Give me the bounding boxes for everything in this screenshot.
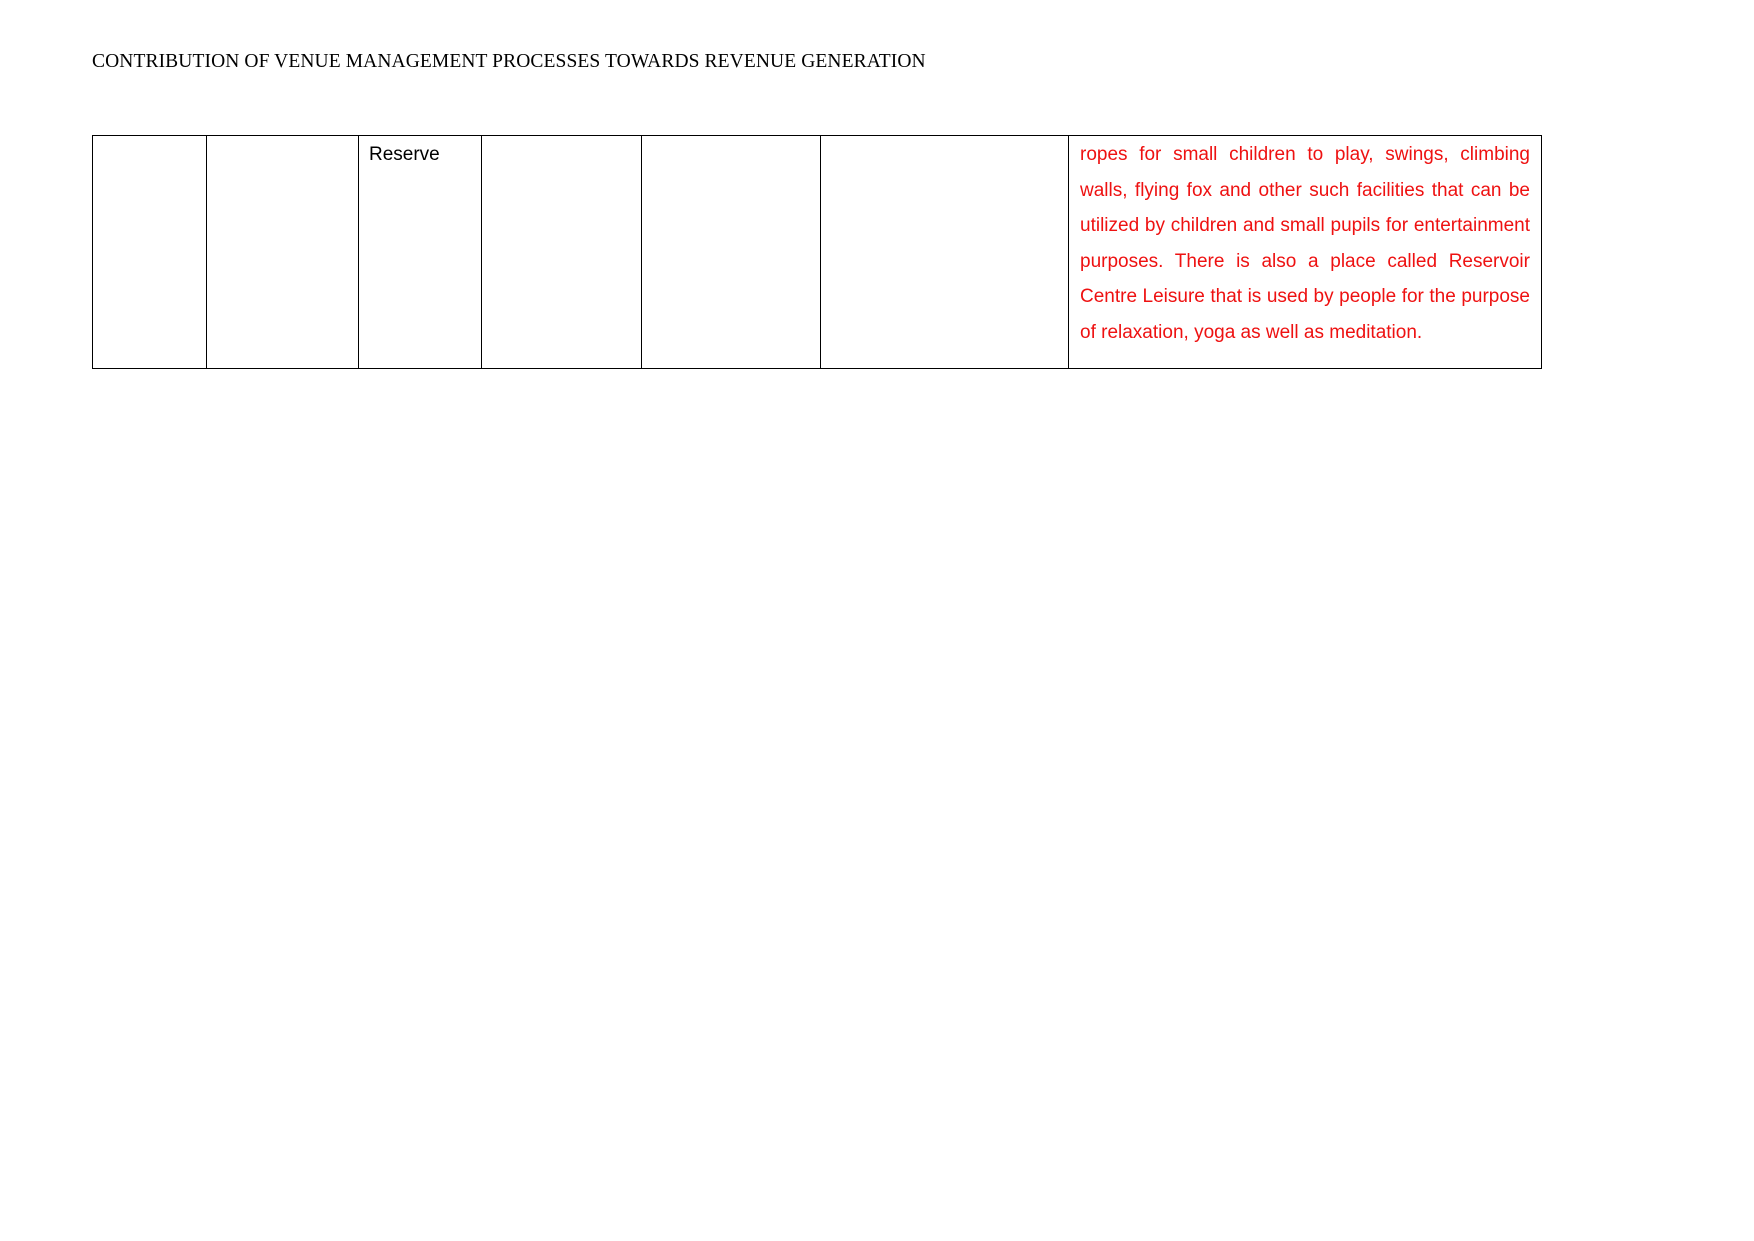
- cell-7-description-text: ropes for small children to play, swings…: [1080, 144, 1530, 343]
- table-cell-6: [820, 135, 1069, 369]
- content-table: Reserve ropes for small children to play…: [92, 135, 1542, 369]
- cell-3-text: Reserve: [369, 144, 440, 165]
- table-row: Reserve ropes for small children to play…: [92, 135, 1542, 369]
- content-table-wrapper: Reserve ropes for small children to play…: [92, 135, 1542, 369]
- table-cell-3: Reserve: [358, 135, 482, 369]
- table-cell-7: ropes for small children to play, swings…: [1068, 135, 1542, 369]
- table-cell-5: [641, 135, 821, 369]
- table-cell-1: [92, 135, 207, 369]
- table-cell-2: [206, 135, 359, 369]
- page-title: CONTRIBUTION OF VENUE MANAGEMENT PROCESS…: [92, 51, 926, 72]
- table-cell-4: [481, 135, 642, 369]
- document-page: CONTRIBUTION OF VENUE MANAGEMENT PROCESS…: [0, 0, 1754, 1241]
